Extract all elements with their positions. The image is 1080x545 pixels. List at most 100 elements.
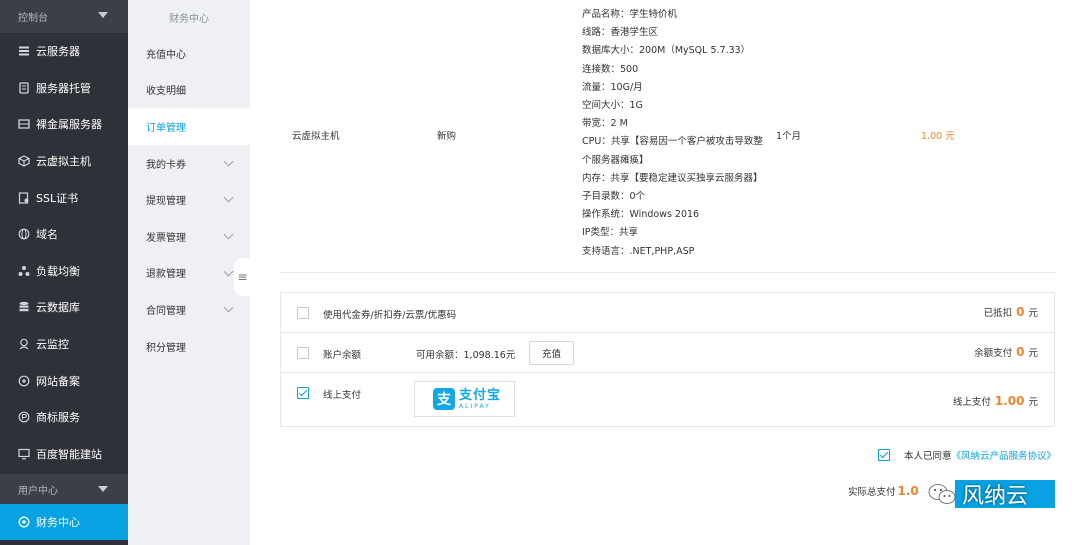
sidebar-item-bare-metal[interactable]: 裸金属服务器 [0, 106, 128, 143]
console-group-header[interactable]: 控制台 [0, 0, 128, 33]
agreement-checkbox[interactable] [878, 449, 890, 461]
bare-metal-icon [18, 118, 30, 130]
submenu-item-refund[interactable]: 退款管理 [128, 255, 250, 292]
caret-down-icon [98, 12, 108, 18]
cube-icon [18, 155, 30, 167]
sidebar-item-server-hosting[interactable]: 服务器托管 [0, 70, 128, 107]
main-content: 云虚拟主机 新购 产品名称：学生特价机 线路：香港学生区 数据库大小：200M（… [250, 0, 1080, 545]
recharge-button[interactable]: 充值 [529, 341, 574, 365]
agreement-row: 本人已同意 《风纳云产品服务协议》 [878, 448, 1056, 462]
record-icon [18, 375, 30, 387]
submenu-item-withdrawal[interactable]: 提现管理 [128, 181, 250, 218]
sidebar-item-label: 裸金属服务器 [36, 118, 102, 132]
globe-icon [18, 228, 30, 240]
alipay-logo-icon: 支 [433, 388, 455, 410]
caret-down-icon [98, 486, 108, 493]
deducted-label: 已抵扣 [983, 308, 1013, 319]
balance-row: 账户余额 可用余额：1,098.16元 充值 余额支付 0 元 [281, 333, 1054, 373]
spec-line: 操作系统：Windows 2016 [582, 209, 700, 221]
coupon-checkbox[interactable] [297, 307, 309, 319]
sidebar-item-label: 商标服务 [36, 411, 80, 425]
chevron-down-icon [223, 229, 234, 240]
submenu-item-label: 提现管理 [146, 196, 186, 208]
certificate-icon [18, 192, 30, 204]
balance-checkbox[interactable] [297, 347, 309, 359]
sidebar-item-database[interactable]: 云数据库 [0, 289, 128, 326]
main-sidebar: 控制台 云服务器 服务器托管 裸金属服务器 云虚拟主机 SSL证书 域名 负载均… [0, 0, 128, 545]
balance-paid: 余额支付 0 元 [974, 345, 1038, 359]
spec-line: 连接数：500 [582, 63, 639, 75]
online-pay-checkbox[interactable] [297, 387, 309, 399]
online-pay-label: 线上支付 [323, 390, 362, 401]
balance-paid-label: 余额支付 [974, 348, 1013, 359]
sidebar-item-label: SSL证书 [36, 191, 79, 205]
chevron-down-icon [223, 192, 234, 203]
sidebar-item-label: 负载均衡 [36, 264, 80, 278]
sidebar-item-icp-record[interactable]: 网站备案 [0, 362, 128, 399]
balance-label: 账户余额 [323, 350, 362, 361]
finance-submenu: 财务中心 充值中心 收支明细 订单管理 我的卡券 提现管理 发票管理 退款管理 … [128, 0, 250, 545]
submenu-item-recharge-center[interactable]: 充值中心 [128, 35, 250, 72]
sidebar-item-domain[interactable]: 域名 [0, 216, 128, 253]
submenu-item-label: 积分管理 [146, 342, 186, 354]
submenu-title: 财务中心 [169, 14, 209, 25]
hosting-icon [18, 82, 30, 94]
sidebar-item-finance-center[interactable]: 财务中心 [0, 504, 128, 541]
sidebar-item-ssl[interactable]: SSL证书 [0, 179, 128, 216]
database-icon [18, 301, 30, 313]
watermark: 风纳云 [928, 478, 1028, 510]
sidebar-item-cloud-server[interactable]: 云服务器 [0, 33, 128, 70]
sidebar-item-label: 云数据库 [36, 301, 80, 315]
submenu-item-order-management[interactable]: 订单管理 [128, 108, 250, 145]
sidebar-item-monitor[interactable]: 云监控 [0, 326, 128, 363]
submenu-item-my-coupons[interactable]: 我的卡券 [128, 145, 250, 182]
submenu-item-invoice[interactable]: 发票管理 [128, 218, 250, 255]
service-agreement-link[interactable]: 《风纳云产品服务协议》 [952, 448, 1057, 462]
submenu-item-label: 收支明细 [146, 86, 186, 98]
sidebar-item-label: 云监控 [36, 338, 69, 352]
spec-line: 产品名称：学生特价机 [582, 9, 678, 20]
submenu-item-contract[interactable]: 合同管理 [128, 291, 250, 328]
sidebar-item-virtual-host[interactable]: 云虚拟主机 [0, 143, 128, 180]
total-amount: 1.0 [897, 484, 919, 498]
sidebar-item-label: 域名 [36, 228, 58, 242]
user-center-group-header[interactable]: 用户中心 [0, 474, 128, 505]
sidebar-item-load-balance[interactable]: 负载均衡 [0, 253, 128, 290]
chevron-down-icon [223, 302, 234, 313]
spec-line: 数据库大小：200M（MySQL 5.7.33） [582, 45, 751, 57]
spec-line: 内存：共享【要稳定建议买独享云服务器】 [582, 172, 763, 184]
submenu-item-label: 发票管理 [146, 232, 186, 244]
site-builder-icon [18, 448, 30, 460]
finance-icon [18, 516, 30, 528]
sidebar-item-site-builder[interactable]: 百度智能建站 [0, 436, 128, 473]
spec-line: 支持语言：.NET,PHP,ASP [582, 245, 695, 257]
available-balance: 可用余额：1,098.16元 [416, 350, 516, 361]
chevron-down-icon [223, 156, 234, 167]
online-paid-amount: 1.00 [994, 394, 1025, 408]
online-paid-label: 线上支付 [952, 397, 991, 408]
alipay-brand-en: ALIPAY [459, 402, 491, 410]
submenu-item-label: 充值中心 [146, 49, 186, 61]
order-price-cell: 1.00 元 [921, 131, 955, 142]
deducted-amount: 0 [1016, 305, 1025, 319]
spec-line: 流量：10G/月 [582, 81, 643, 93]
product-specs: 产品名称：学生特价机 线路：香港学生区 数据库大小：200M（MySQL 5.7… [582, 6, 772, 261]
online-pay-row: 线上支付 支 支付宝 ALIPAY 线上支付 1.00 元 [281, 373, 1054, 426]
order-period-cell: 1个月 [776, 131, 802, 142]
console-group-label: 控制台 [18, 13, 48, 24]
spec-line: 空间大小：1G [582, 100, 643, 112]
balance-paid-amount: 0 [1016, 345, 1025, 359]
collapse-menu-handle[interactable]: ≡ [234, 258, 251, 296]
watermark-text: 风纳云 [962, 484, 1029, 509]
alipay-option[interactable]: 支 支付宝 ALIPAY [414, 381, 515, 417]
submenu-item-transactions[interactable]: 收支明细 [128, 72, 250, 109]
submenu-item-label: 订单管理 [146, 122, 186, 134]
coupon-deducted: 已抵扣 0 元 [984, 305, 1038, 319]
submenu-item-label: 我的卡券 [146, 159, 186, 171]
submenu-item-label: 合同管理 [146, 305, 186, 317]
coupon-row: 使用代金券/折扣券/云票/优惠码 已抵扣 0 元 [281, 293, 1054, 333]
alipay-brand: 支付宝 ALIPAY [459, 389, 501, 410]
submenu-item-points[interactable]: 积分管理 [128, 328, 250, 365]
sidebar-item-trademark[interactable]: 商标服务 [0, 399, 128, 436]
total-label: 实际总支付 [848, 487, 896, 498]
